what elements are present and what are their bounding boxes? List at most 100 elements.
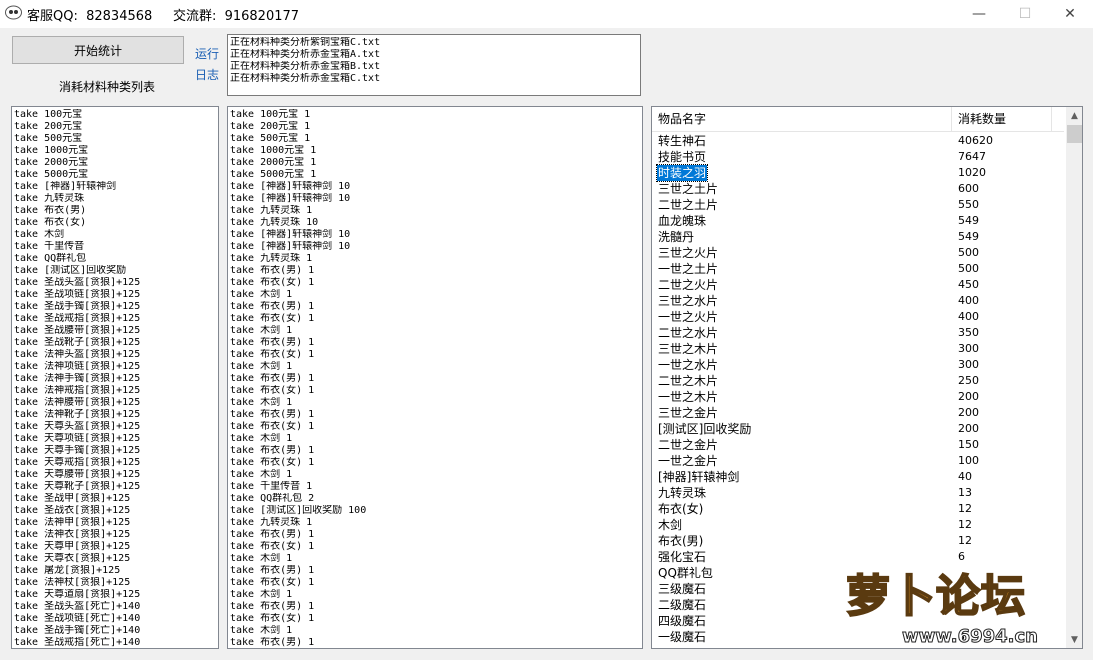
run-label: 运行 [195, 47, 220, 61]
take-command-line: take 布衣(男) 1 [230, 373, 315, 384]
material-line: take 天尊腰带[贪狼]+125 [14, 469, 141, 480]
listview-row[interactable]: 一世之火片 400 [652, 309, 1064, 325]
item-count: 549 [958, 214, 979, 227]
title-bar[interactable]: 客服QQ: 82834568 交流群: 916820177 — ☐ ✕ [0, 0, 1093, 28]
item-name: 二世之金片 [658, 438, 719, 452]
material-line: take 法神手镯[贪狼]+125 [14, 373, 141, 384]
listview-row[interactable]: 转生神石 40620 [652, 133, 1064, 149]
material-line: take 圣战腰带[贪狼]+125 [14, 325, 141, 336]
scroll-thumb[interactable] [1067, 125, 1082, 143]
listview-row[interactable]: 三世之木片 300 [652, 341, 1064, 357]
take-command-line: take 布衣(男) 1 [230, 337, 315, 348]
listview-row[interactable]: 二世之火片 450 [652, 277, 1064, 293]
listview-row[interactable]: 一世之水片 300 [652, 357, 1064, 373]
forum-watermark-logo: 萝卜论坛 www.6994.cn [845, 560, 1081, 655]
material-line: take 圣战头盔[死亡]+140 [14, 601, 141, 612]
listview-row[interactable]: [测试区]回收奖励 200 [652, 421, 1064, 437]
start-statistics-button[interactable]: 开始统计 [12, 36, 184, 64]
listview-row[interactable]: 一世之木片 200 [652, 389, 1064, 405]
listview-row[interactable]: 三世之土片 600 [652, 181, 1064, 197]
item-count: 350 [958, 326, 979, 339]
listview-row[interactable]: 三世之水片 400 [652, 293, 1064, 309]
listview-row[interactable]: 三世之金片 200 [652, 405, 1064, 421]
material-line: take 圣战戒指[贪狼]+125 [14, 313, 141, 324]
item-count: 12 [958, 518, 972, 531]
close-button[interactable]: ✕ [1047, 0, 1093, 28]
take-command-line: take 200元宝 1 [230, 121, 311, 132]
material-line: take 圣战衣[贪狼]+125 [14, 505, 131, 516]
log-textbox[interactable]: 正在材料种类分析紫铜宝箱C.txt 正在材料种类分析赤金宝箱A.txt 正在材料种类… [227, 34, 641, 96]
item-name: 二级魔石 [658, 598, 707, 612]
listview-row[interactable]: 二世之木片 250 [652, 373, 1064, 389]
listview-row[interactable]: 二世之土片 550 [652, 197, 1064, 213]
take-command-line: take 布衣(男) 1 [230, 301, 315, 312]
log-line: 正在材料种类分析赤金宝箱A.txt [230, 49, 381, 60]
take-command-line: take [神器]轩辕神剑 10 [230, 241, 351, 252]
material-list-textbox[interactable]: take 100元宝 take 200元宝 take 500元宝 take 1000元… [11, 106, 219, 649]
take-command-line: take 千里传音 1 [230, 481, 313, 492]
listview-row[interactable]: 二世之金片 150 [652, 437, 1064, 453]
column-header-count[interactable]: 消耗数量 [952, 107, 1052, 131]
listview-row[interactable]: 一世之金片 100 [652, 453, 1064, 469]
material-line: take 法神靴子[贪狼]+125 [14, 409, 141, 420]
listview-row[interactable]: 一世之土片 500 [652, 261, 1064, 277]
take-command-line: take 布衣(女) 1 [230, 613, 315, 624]
material-line: take 天尊头盔[贪狼]+125 [14, 421, 141, 432]
take-command-line: take [神器]轩辕神剑 10 [230, 193, 351, 204]
material-line: take 法神项链[贪狼]+125 [14, 361, 141, 372]
listview-row[interactable]: 血龙魄珠 549 [652, 213, 1064, 229]
take-command-line: take 500元宝 1 [230, 133, 311, 144]
material-line: take [测试区]回收奖励 [14, 265, 127, 276]
item-name: 洗髓丹 [658, 230, 695, 244]
item-count: 500 [958, 246, 979, 259]
listview-row[interactable]: 布衣(男) 12 [652, 533, 1064, 549]
material-line: take 圣战靴子[贪狼]+125 [14, 337, 141, 348]
scroll-up-arrow-icon[interactable]: ▲ [1066, 107, 1082, 124]
listview-row[interactable]: [神器]轩辕神剑 40 [652, 469, 1064, 485]
take-command-line: take 布衣(女) 1 [230, 349, 315, 360]
listview-row[interactable]: 木剑 12 [652, 517, 1064, 533]
listview-row[interactable]: 布衣(女) 12 [652, 501, 1064, 517]
take-command-line: take 九转灵珠 1 [230, 253, 313, 264]
take-command-line: take 木剑 1 [230, 589, 293, 600]
take-commands-textbox[interactable]: take 100元宝 1 take 200元宝 1 take 500元宝 1 take… [227, 106, 643, 649]
item-name: 技能书页 [658, 150, 707, 164]
material-line: take 圣战头盔[贪狼]+125 [14, 277, 141, 288]
material-line: take 法神衣[贪狼]+125 [14, 529, 131, 540]
item-name: 三世之金片 [658, 406, 719, 420]
item-name: QQ群礼包 [658, 566, 713, 580]
take-command-line: take 布衣(男) 1 [230, 565, 315, 576]
listview-row[interactable]: 二世之水片 350 [652, 325, 1064, 341]
material-line: take 天尊道扇[贪狼]+125 [14, 589, 141, 600]
item-name: 二世之火片 [658, 278, 719, 292]
item-name: 一级魔石 [658, 630, 707, 644]
item-name: 二世之土片 [658, 198, 719, 212]
take-command-line: take QQ群礼包 2 [230, 493, 315, 504]
take-command-line: take 木剑 1 [230, 469, 293, 480]
item-count: 200 [958, 422, 979, 435]
take-command-line: take 5000元宝 1 [230, 169, 317, 180]
item-count: 600 [958, 182, 979, 195]
material-line: take 天尊戒指[贪狼]+125 [14, 457, 141, 468]
take-command-line: take 木剑 1 [230, 289, 293, 300]
listview-row[interactable]: 三世之火片 500 [652, 245, 1064, 261]
item-name: [测试区]回收奖励 [658, 422, 752, 436]
take-command-line: take 木剑 1 [230, 433, 293, 444]
minimize-button[interactable]: — [956, 0, 1002, 28]
column-header-name[interactable]: 物品名字 [652, 107, 952, 131]
material-line: take 天尊衣[贪狼]+125 [14, 553, 131, 564]
material-line: take 圣战戒指[死亡]+140 [14, 637, 141, 648]
listview-row[interactable]: 时装之羽 1020 [652, 164, 1064, 182]
material-line: take 圣战甲[贪狼]+125 [14, 493, 131, 504]
item-count: 200 [958, 406, 979, 419]
item-count: 550 [958, 198, 979, 211]
take-command-line: take 布衣(女) 1 [230, 457, 315, 468]
listview-row[interactable]: 九转灵珠 13 [652, 485, 1064, 501]
maximize-button[interactable]: ☐ [1002, 0, 1048, 28]
take-command-line: take 木剑 1 [230, 625, 293, 636]
material-line: take 法神腰带[贪狼]+125 [14, 397, 141, 408]
listview-row[interactable]: 技能书页 7647 [652, 149, 1064, 165]
item-name: 九转灵珠 [658, 486, 707, 500]
listview-row[interactable]: 洗髓丹 549 [652, 229, 1064, 245]
listview-header: 物品名字 消耗数量 [652, 107, 1064, 132]
